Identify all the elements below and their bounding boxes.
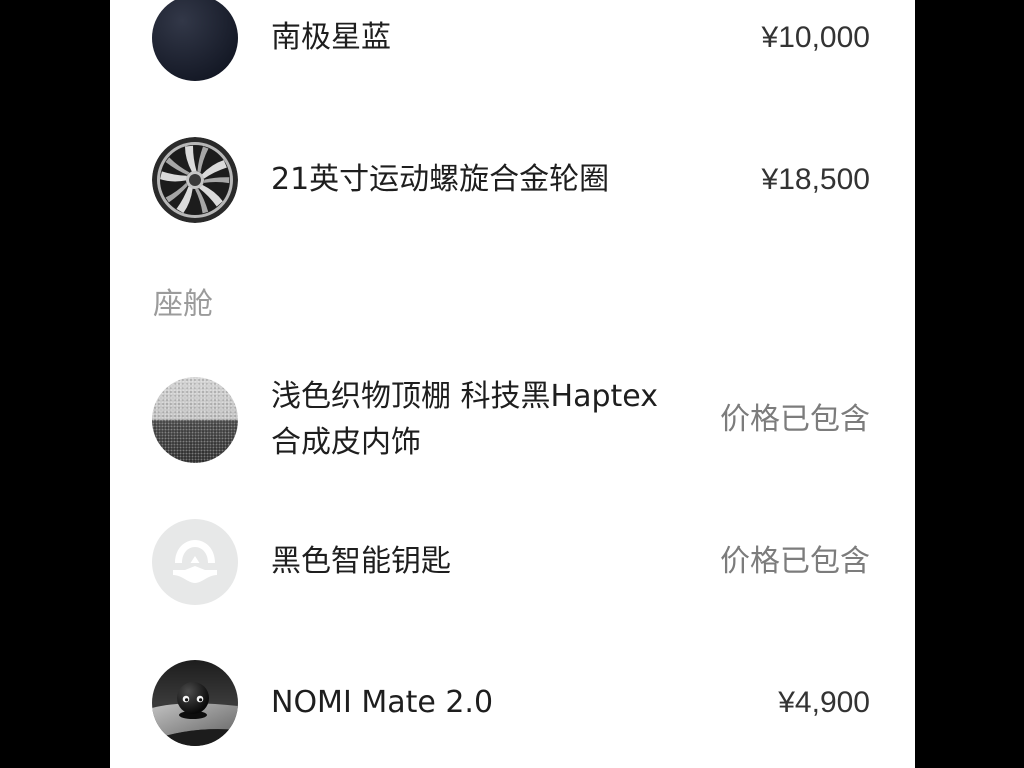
option-name: 浅色织物顶棚 科技黑Haptex合成皮内饰 xyxy=(271,379,658,460)
option-row-smart-key: 黑色智能钥匙 价格已包含 xyxy=(152,519,870,605)
nomi-mate-icon xyxy=(152,660,238,746)
section-title-cabin: 座舱 xyxy=(153,287,213,322)
nio-logo-key-icon xyxy=(152,519,238,605)
option-row-nomi-mate: NOMI Mate 2.0 ¥4,900 xyxy=(152,660,870,746)
option-row-interior: 浅色织物顶棚 科技黑Haptex合成皮内饰 价格已包含 xyxy=(152,377,870,463)
option-name: 21英寸运动螺旋合金轮圈 xyxy=(271,162,610,197)
configuration-summary-panel: 南极星蓝 ¥10,000 21英寸运动螺旋合金轮圈 ¥18,500 座舱 浅色织… xyxy=(110,0,915,768)
option-price: ¥10,000 xyxy=(761,21,870,54)
paint-swatch-icon xyxy=(152,0,238,81)
option-price: ¥4,900 xyxy=(778,686,870,719)
option-price: 价格已包含 xyxy=(720,544,870,579)
option-name: 南极星蓝 xyxy=(271,20,391,55)
alloy-wheel-icon xyxy=(152,137,238,223)
option-row-wheels: 21英寸运动螺旋合金轮圈 ¥18,500 xyxy=(152,137,870,223)
option-row-paint-color: 南极星蓝 ¥10,000 xyxy=(152,0,870,81)
interior-swatch-icon xyxy=(152,377,238,463)
option-name: NOMI Mate 2.0 xyxy=(271,685,494,720)
option-name: 黑色智能钥匙 xyxy=(271,544,451,579)
option-price: ¥18,500 xyxy=(761,163,870,196)
option-price: 价格已包含 xyxy=(720,402,870,437)
